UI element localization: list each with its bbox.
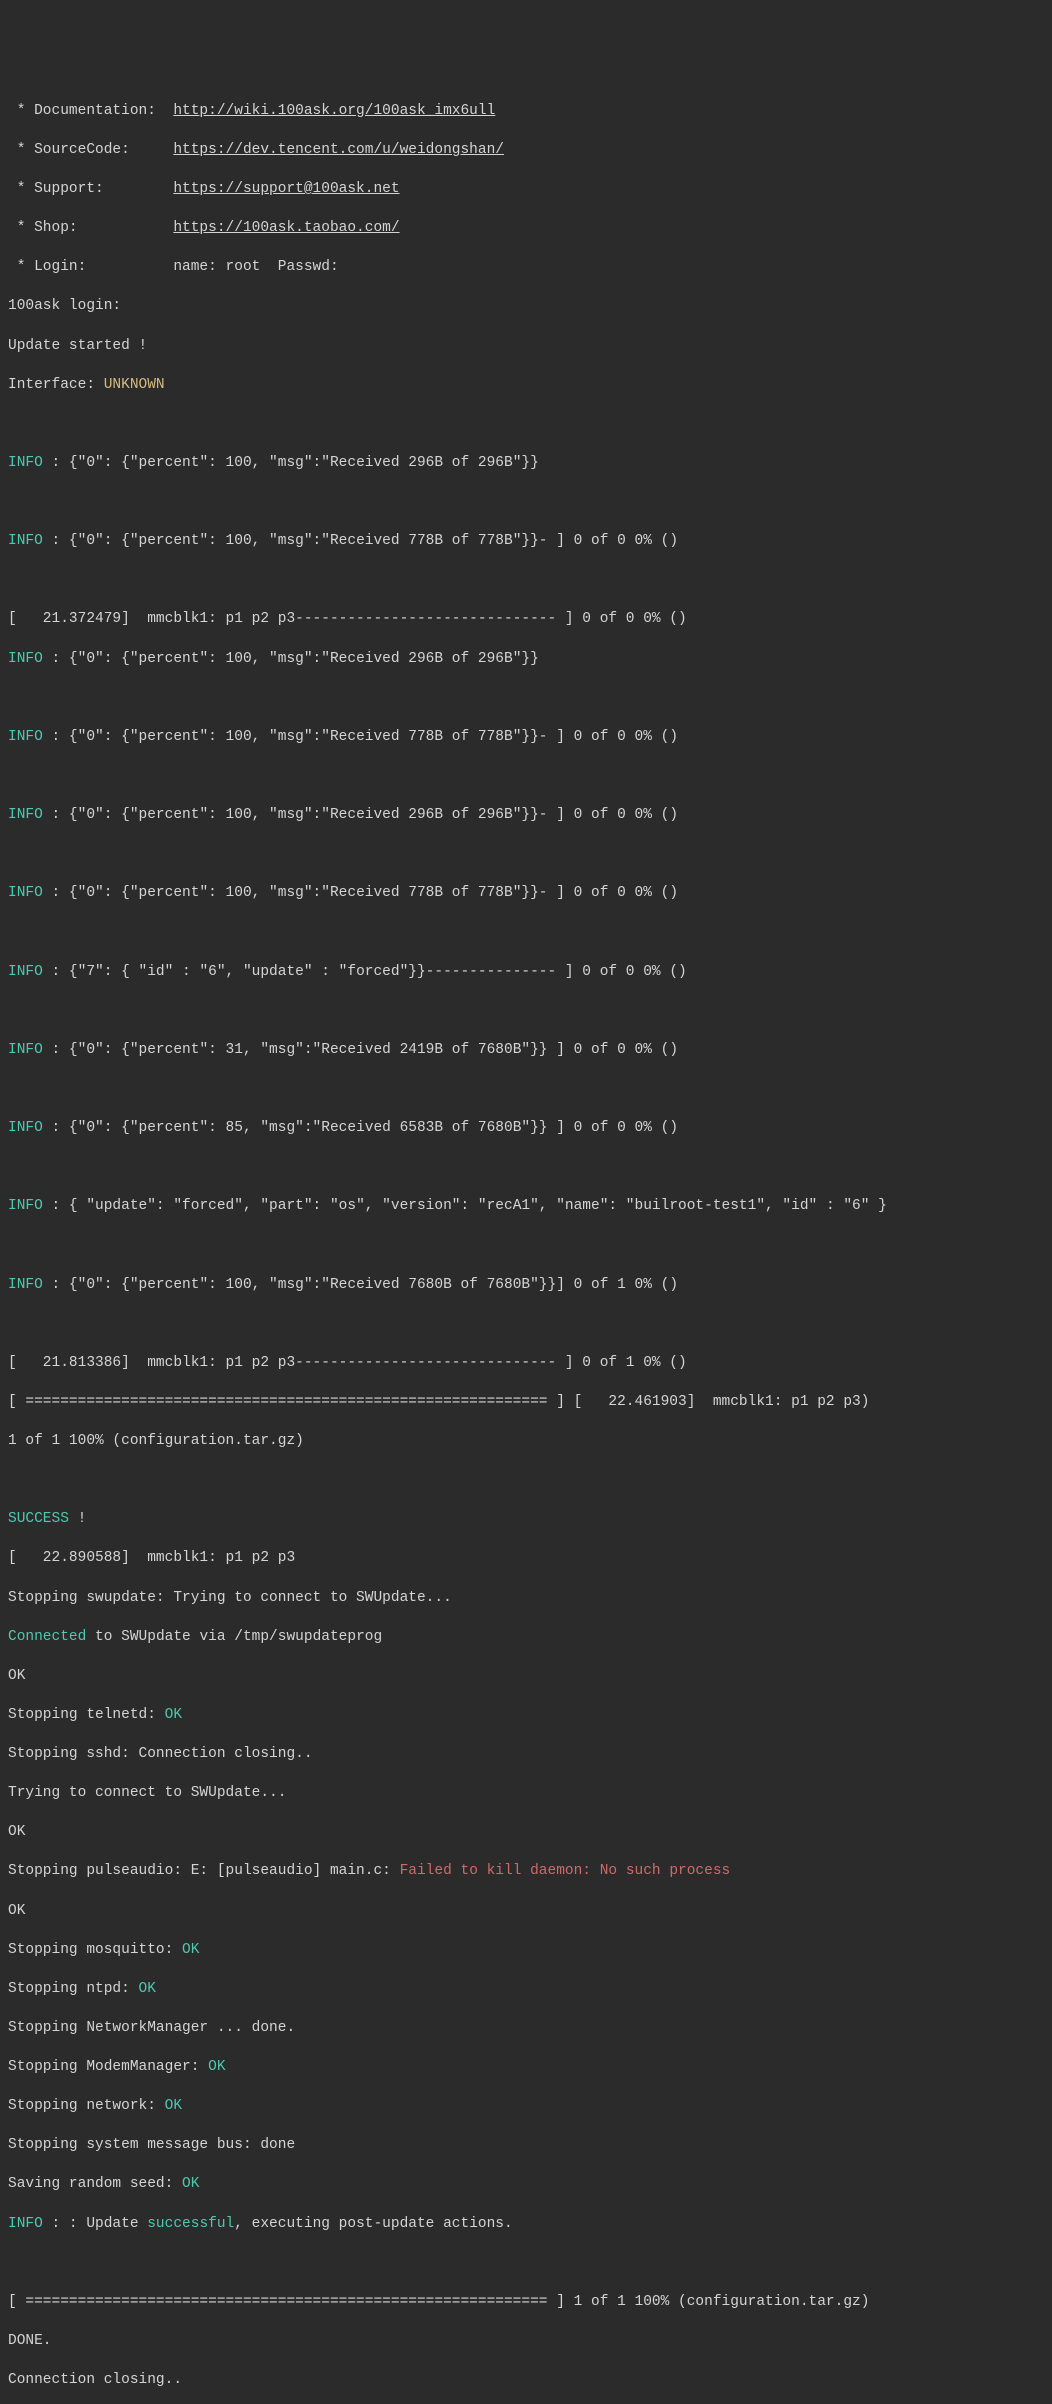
- log-line: OK: [8, 1667, 1044, 1687]
- log-line: INFO : {"7": { "id" : "6", "update" : "f…: [8, 963, 1044, 983]
- log-line: Trying to connect to SWUpdate...: [8, 1784, 1044, 1804]
- login-creds: * Login: name: root Passwd:: [8, 258, 1044, 278]
- update-started: Update started !: [8, 337, 1044, 357]
- log-line: Stopping NetworkManager ... done.: [8, 2019, 1044, 2039]
- log-line: Stopping pulseaudio: E: [pulseaudio] mai…: [8, 1862, 1044, 1882]
- log-line: Stopping network: OK: [8, 2097, 1044, 2117]
- log-line: INFO : {"0": {"percent": 100, "msg":"Rec…: [8, 532, 1044, 552]
- log-line: Stopping mosquitto: OK: [8, 1941, 1044, 1961]
- support-link[interactable]: https://support@100ask.net: [173, 181, 399, 197]
- terminal-output: * Documentation: http://wiki.100ask.org/…: [8, 82, 1044, 2404]
- log-line: [ 22.890588] mmcblk1: p1 p2 p3: [8, 1549, 1044, 1569]
- log-line: DONE.: [8, 2332, 1044, 2352]
- interface-value: UNKNOWN: [104, 377, 165, 393]
- support-line: * Support: https://support@100ask.net: [8, 180, 1044, 200]
- log-line: [ ======================================…: [8, 2293, 1044, 2313]
- log-line: OK: [8, 1823, 1044, 1843]
- log-line: OK: [8, 1902, 1044, 1922]
- log-line: Stopping sshd: Connection closing..: [8, 1745, 1044, 1765]
- log-line: Stopping ModemManager: OK: [8, 2058, 1044, 2078]
- log-line: Saving random seed: OK: [8, 2175, 1044, 2195]
- interface-line: Interface: UNKNOWN: [8, 376, 1044, 396]
- log-line: INFO : {"0": {"percent": 100, "msg":"Rec…: [8, 454, 1044, 474]
- log-line: INFO : {"0": {"percent": 100, "msg":"Rec…: [8, 728, 1044, 748]
- success-line: SUCCESS !: [8, 1510, 1044, 1530]
- log-line: INFO : {"0": {"percent": 100, "msg":"Rec…: [8, 650, 1044, 670]
- log-line: INFO : {"0": {"percent": 100, "msg":"Rec…: [8, 806, 1044, 826]
- log-line: INFO : { "update": "forced", "part": "os…: [8, 1197, 1044, 1217]
- log-line: Stopping ntpd: OK: [8, 1980, 1044, 2000]
- log-line: INFO : {"0": {"percent": 100, "msg":"Rec…: [8, 1276, 1044, 1296]
- log-line: Stopping swupdate: Trying to connect to …: [8, 1589, 1044, 1609]
- src-line: * SourceCode: https://dev.tencent.com/u/…: [8, 141, 1044, 161]
- login-prompt: 100ask login:: [8, 297, 1044, 317]
- doc-link[interactable]: http://wiki.100ask.org/100ask_imx6ull: [173, 103, 495, 119]
- log-line: Connected to SWUpdate via /tmp/swupdatep…: [8, 1628, 1044, 1648]
- log-line: INFO : {"0": {"percent": 85, "msg":"Rece…: [8, 1119, 1044, 1139]
- log-line: 1 of 1 100% (configuration.tar.gz): [8, 1432, 1044, 1452]
- log-line: Connection closing..: [8, 2371, 1044, 2391]
- log-line: INFO : : Update successful, executing po…: [8, 2215, 1044, 2235]
- log-line: Stopping telnetd: OK: [8, 1706, 1044, 1726]
- log-line: [ ======================================…: [8, 1393, 1044, 1413]
- doc-line: * Documentation: http://wiki.100ask.org/…: [8, 102, 1044, 122]
- log-line: Stopping system message bus: done: [8, 2136, 1044, 2156]
- shop-line: * Shop: https://100ask.taobao.com/: [8, 219, 1044, 239]
- log-line: [ 21.372479] mmcblk1: p1 p2 p3----------…: [8, 610, 1044, 630]
- shop-link[interactable]: https://100ask.taobao.com/: [173, 220, 399, 236]
- error-text: Failed to kill daemon: No such process: [400, 1863, 731, 1879]
- log-line: INFO : {"0": {"percent": 100, "msg":"Rec…: [8, 884, 1044, 904]
- log-line: [ 21.813386] mmcblk1: p1 p2 p3----------…: [8, 1354, 1044, 1374]
- log-line: INFO : {"0": {"percent": 31, "msg":"Rece…: [8, 1041, 1044, 1061]
- src-link[interactable]: https://dev.tencent.com/u/weidongshan/: [173, 142, 504, 158]
